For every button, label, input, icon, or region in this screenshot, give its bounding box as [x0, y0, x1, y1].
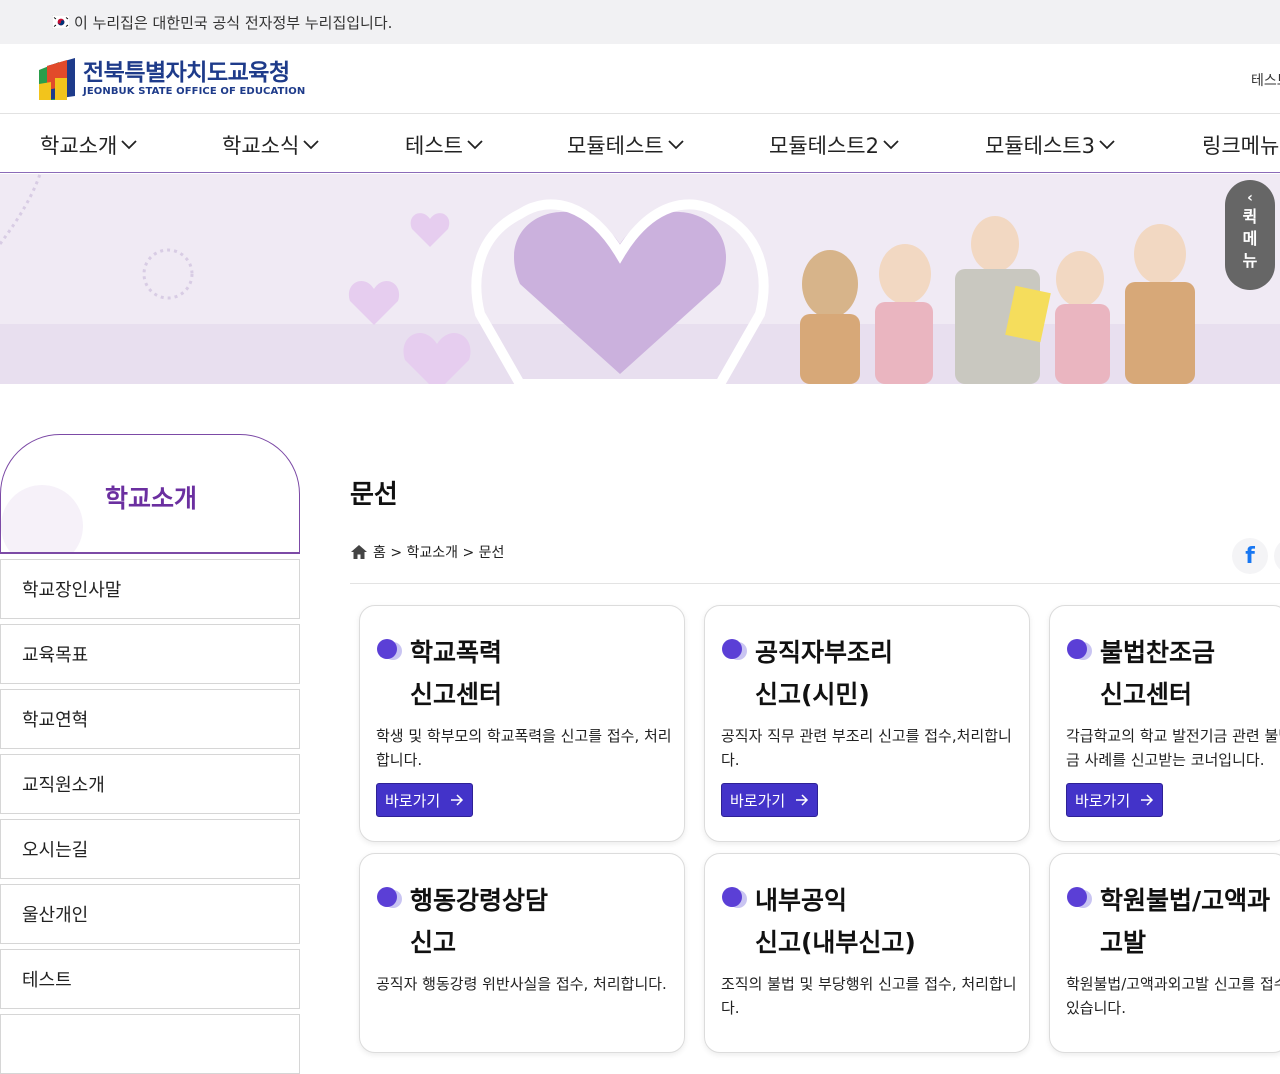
- gov-notice-text[interactable]: 이 누리집은 대한민국 공식 전자정부 누리집입니다.: [74, 12, 392, 33]
- gnb-label: 학교소개: [40, 134, 118, 158]
- lnb-title: 학교소개: [104, 484, 197, 513]
- quick-menu-char: 퀵: [1242, 207, 1258, 226]
- gnb-item-link-menu[interactable]: 링크메뉴: [1202, 130, 1279, 160]
- card-description: 다.: [721, 999, 740, 1017]
- go-button-label: 바로가기: [730, 791, 786, 810]
- gnb-item-module-test[interactable]: 모듈테스트: [567, 130, 684, 160]
- gnb-label: 모듈테스트2: [769, 134, 879, 158]
- site-logo[interactable]: 전북특별자치도교육청 JEONBUK STATE OFFICE OF EDUCA…: [37, 56, 305, 102]
- card-description: 공직자 직무 관련 부조리 신고를 접수,처리합니: [721, 727, 1012, 745]
- logo-english-text: JEONBUK STATE OFFICE OF EDUCATION: [83, 86, 306, 97]
- card-description: 공직자 행동강령 위반사실을 접수, 처리합니다.: [376, 975, 667, 993]
- go-button[interactable]: 바로가기: [376, 783, 474, 817]
- banner-illustration: [0, 174, 1280, 384]
- card-description: 학원불법/고액과외고발 신고를 접수: [1066, 975, 1280, 993]
- quick-menu-char: 메: [1242, 229, 1258, 248]
- card-description: 다.: [721, 751, 740, 769]
- card-title-line: 신고센터: [410, 680, 503, 709]
- lnb-item[interactable]: 울산개인: [0, 884, 300, 944]
- lnb-item[interactable]: 테스트: [0, 949, 300, 1009]
- page-title: 문선: [350, 480, 398, 510]
- card-title-line: 신고(시민): [755, 680, 870, 709]
- lnb-header: 학교소개: [0, 434, 300, 554]
- bullet-icon: [377, 639, 402, 660]
- quick-menu-button[interactable]: ‹ 퀵 메 뉴: [1225, 180, 1275, 290]
- gnb-label: 모듈테스트3: [985, 134, 1095, 158]
- card-title-line: 학원불법/고액과: [1100, 886, 1271, 915]
- service-card: 행동강령상담 신고 공직자 행동강령 위반사실을 접수, 처리합니다.: [359, 853, 685, 1053]
- card-title-line: 고발: [1100, 928, 1147, 957]
- gnb-label: 링크메뉴: [1202, 134, 1280, 158]
- chevron-down-icon: [1099, 140, 1115, 150]
- chevron-down-icon: [303, 140, 319, 150]
- gnb-label: 모듈테스트: [567, 134, 664, 158]
- service-card: 불법찬조금 신고센터 각급학교의 학교 발전기금 관련 불법 금 사례를 신고받…: [1049, 605, 1280, 842]
- arrow-right-icon: [451, 794, 464, 806]
- card-title-line: 행동강령상담: [410, 886, 549, 915]
- logo-korean-text: 전북특별자치도교육청: [83, 60, 290, 86]
- gnb-item-test[interactable]: 테스트: [405, 130, 483, 160]
- site-header: 전북특별자치도교육청 JEONBUK STATE OFFICE OF EDUCA…: [0, 44, 1280, 114]
- header-right-link[interactable]: 테스트: [1251, 70, 1280, 90]
- card-title-line: 불법찬조금: [1100, 638, 1216, 667]
- share-button[interactable]: [1274, 538, 1280, 574]
- facebook-icon: f: [1245, 543, 1255, 569]
- card-title-line: 신고센터: [1100, 680, 1193, 709]
- bullet-icon: [722, 887, 747, 908]
- bullet-icon: [722, 639, 747, 660]
- quick-menu-char: 뉴: [1242, 251, 1258, 270]
- gnb-item-module-test-2[interactable]: 모듈테스트2: [769, 130, 899, 160]
- card-description: 학생 및 학부모의 학교폭력을 신고를 접수, 처리: [376, 727, 672, 745]
- go-button[interactable]: 바로가기: [721, 783, 819, 817]
- service-card: 학원불법/고액과 고발 학원불법/고액과외고발 신고를 접수 있습니다.: [1049, 853, 1280, 1053]
- service-card: 공직자부조리 신고(시민) 공직자 직무 관련 부조리 신고를 접수,처리합니 …: [704, 605, 1030, 842]
- bullet-icon: [377, 887, 402, 908]
- divider: [350, 583, 1280, 584]
- chevron-down-icon: [883, 140, 899, 150]
- lnb-item[interactable]: 오시는길: [0, 819, 300, 879]
- chevron-down-icon: [467, 140, 483, 150]
- go-button[interactable]: 바로가기: [1066, 783, 1164, 817]
- main-navigation: 학교소개 학교소식 테스트 모듈테스트 모듈테스트2 모듈테스트3 링크메뉴: [0, 115, 1280, 173]
- card-title-line: 학교폭력: [410, 638, 503, 667]
- card-description: 금 사례를 신고받는 코너입니다.: [1066, 751, 1265, 769]
- gnb-item-school-news[interactable]: 학교소식: [222, 130, 319, 160]
- lnb-item[interactable]: 학교연혁: [0, 689, 300, 749]
- bullet-icon: [1067, 639, 1092, 660]
- card-description: 있습니다.: [1066, 999, 1126, 1017]
- home-icon[interactable]: [350, 544, 368, 560]
- lnb-item[interactable]: 학교장인사말: [0, 559, 300, 619]
- gnb-item-module-test-3[interactable]: 모듈테스트3: [985, 130, 1115, 160]
- go-button-label: 바로가기: [385, 791, 441, 810]
- service-card: 내부공익 신고(내부신고) 조직의 불법 및 부당행위 신고를 접수, 처리합니…: [704, 853, 1030, 1053]
- bullet-icon: [1067, 887, 1092, 908]
- facebook-share-button[interactable]: f: [1232, 538, 1268, 574]
- gnb-label: 테스트: [405, 134, 463, 158]
- logo-mark-icon: [39, 58, 75, 100]
- hero-banner: [0, 174, 1280, 384]
- lnb-item[interactable]: 교육목표: [0, 624, 300, 684]
- card-title-line: 내부공익: [755, 886, 848, 915]
- card-title-line: 신고(내부신고): [755, 928, 916, 957]
- chevron-down-icon: [667, 140, 684, 150]
- gnb-label: 학교소식: [222, 134, 300, 158]
- lnb-item[interactable]: [0, 1014, 300, 1074]
- go-button-label: 바로가기: [1075, 791, 1131, 810]
- service-card: 학교폭력 신고센터 학생 및 학부모의 학교폭력을 신고를 접수, 처리 합니다…: [359, 605, 685, 842]
- card-title-line: 신고: [410, 928, 457, 957]
- korea-flag-icon: [52, 15, 70, 29]
- breadcrumb-text: 홈 > 학교소개 > 문선: [373, 545, 505, 561]
- arrow-right-icon: [1141, 794, 1154, 806]
- lnb-item[interactable]: 교직원소개: [0, 754, 300, 814]
- card-description: 각급학교의 학교 발전기금 관련 불법: [1066, 727, 1280, 745]
- breadcrumb: 홈 > 학교소개 > 문선: [350, 542, 504, 562]
- gov-notice-bar: 이 누리집은 대한민국 공식 전자정부 누리집입니다.: [0, 0, 1280, 44]
- card-description: 합니다.: [376, 751, 423, 769]
- gnb-item-school-intro[interactable]: 학교소개: [40, 130, 137, 160]
- chevron-down-icon: [121, 140, 137, 150]
- card-title-line: 공직자부조리: [755, 638, 894, 667]
- arrow-right-icon: [796, 794, 809, 806]
- chevron-left-icon: ‹: [1247, 190, 1253, 206]
- card-description: 조직의 불법 및 부당행위 신고를 접수, 처리합니: [721, 975, 1017, 993]
